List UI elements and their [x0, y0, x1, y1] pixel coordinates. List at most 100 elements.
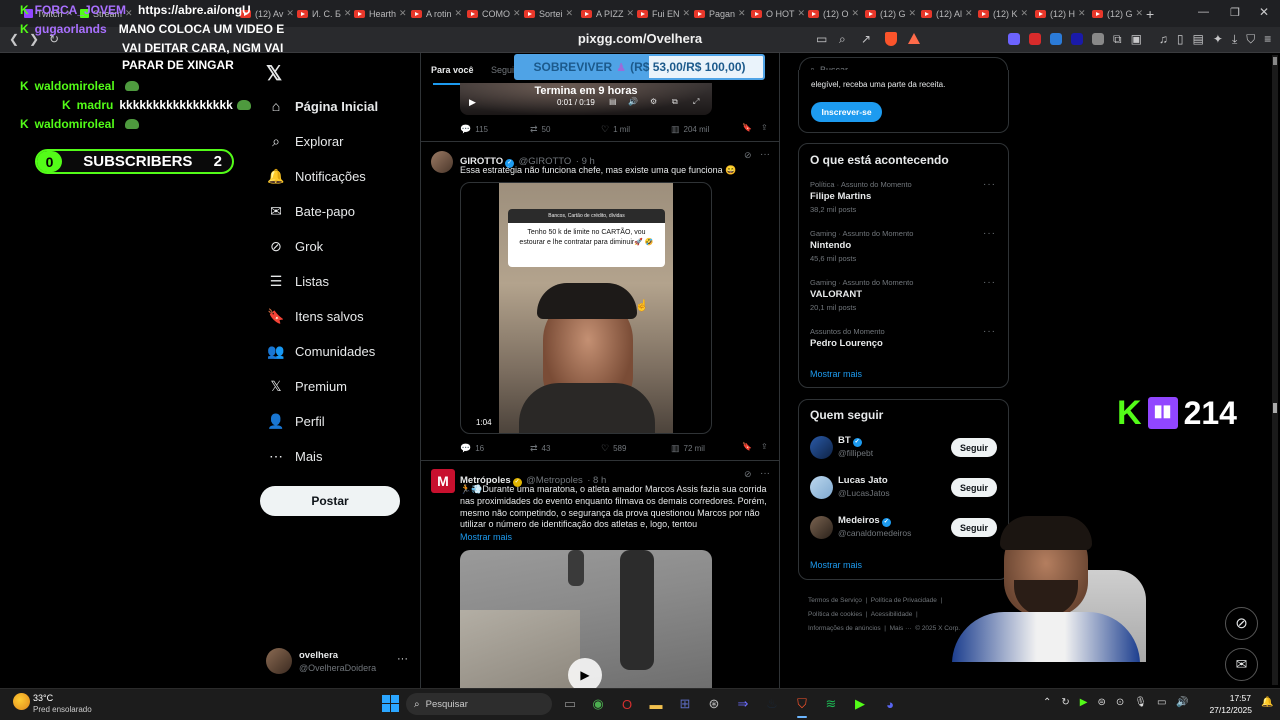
sidebar-item-bate-papo[interactable]: ✉ Bate-papo	[267, 200, 355, 222]
download-icon[interactable]: ⤓	[1232, 33, 1237, 45]
music-icon[interactable]: ♫	[1159, 33, 1168, 45]
account-name[interactable]: ovelhera	[299, 650, 338, 661]
tab-close-icon[interactable]: ✕	[683, 8, 691, 19]
grok-float-button[interactable]: ⊘	[1225, 607, 1258, 640]
extension-icon[interactable]	[1071, 33, 1083, 45]
like-count[interactable]: ♡ 1 mil	[601, 124, 630, 135]
sidebar-item-mais[interactable]: ⋯ Mais	[267, 445, 322, 467]
browser-tab[interactable]: Hearth ✕	[354, 4, 408, 23]
microphone-icon[interactable]: 🎙	[1134, 697, 1147, 708]
trend-name[interactable]: Nintendo	[810, 240, 851, 251]
follow-name-row[interactable]: Lucas Jato	[838, 475, 888, 486]
footer-terms[interactable]: Termos de Serviço	[808, 597, 862, 604]
browser-tab[interactable]: O HOT ✕	[751, 4, 805, 23]
repost-count[interactable]: ⇄ 50	[530, 124, 550, 135]
tab-close-icon[interactable]: ✕	[566, 8, 574, 19]
tab-close-icon[interactable]: ✕	[1021, 8, 1029, 19]
sidebar-icon[interactable]: ▯	[1177, 33, 1184, 45]
browser-tab[interactable]: COMO ✕	[467, 4, 521, 23]
follow-button[interactable]: Seguir	[951, 438, 997, 457]
account-avatar[interactable]	[266, 648, 292, 674]
footer-privacy[interactable]: Política de Privacidade	[871, 597, 937, 604]
show-more-link[interactable]: Mostrar mais	[460, 532, 512, 542]
tray-app-icon[interactable]: ⊙	[1116, 697, 1124, 708]
settings-icon[interactable]: ⚙	[650, 97, 657, 106]
clock-date[interactable]: 27/12/2025	[1206, 705, 1252, 715]
view-count[interactable]: ▥ 204 mil	[671, 124, 709, 135]
wallet-icon[interactable]: ▣	[1131, 33, 1142, 45]
share-icon[interactable]: ⇪	[761, 123, 768, 132]
play-icon[interactable]: ▶	[469, 97, 476, 108]
wallet2-icon[interactable]: ▤	[1193, 33, 1204, 45]
puzzle-icon[interactable]: ⧉	[1113, 33, 1122, 45]
start-button[interactable]	[382, 695, 399, 712]
trends-show-more[interactable]: Mostrar mais	[810, 369, 862, 379]
browser-tab[interactable]: (12) H ✕	[1035, 4, 1089, 23]
sidebar-item-grok[interactable]: ⊘ Grok	[267, 235, 323, 257]
tab-close-icon[interactable]: ✕	[798, 8, 806, 19]
footer-more[interactable]: Mais ···	[890, 625, 912, 632]
bookmark-icon[interactable]: 🔖	[742, 442, 752, 451]
browser-tab[interactable]: (12) O ✕	[808, 4, 862, 23]
browser-tab[interactable]: Sortei ✕	[524, 4, 578, 23]
subscribe-button[interactable]: Inscrever-se	[811, 102, 882, 122]
trend-more-icon[interactable]: ···	[983, 277, 996, 288]
sidebar-item-notifica-es[interactable]: 🔔 Notificações	[267, 165, 366, 187]
share-icon[interactable]: ⇪	[761, 442, 768, 451]
extension-icon[interactable]	[1092, 33, 1104, 45]
tab-close-icon[interactable]: ✕	[627, 8, 635, 19]
who-show-more[interactable]: Mostrar mais	[810, 560, 862, 570]
tweet-more-icon[interactable]: ···	[760, 149, 770, 160]
browser-tab[interactable]: A rotin ✕	[411, 4, 465, 23]
sidebar-item-listas[interactable]: ☰ Listas	[267, 270, 329, 292]
tweet-video[interactable]: Bancos, Cartão de crédito, dívidas Tenho…	[460, 182, 712, 434]
extension-icon[interactable]	[1008, 33, 1020, 45]
footer-accessibility[interactable]: Acessibilidade	[871, 611, 913, 618]
kick-app-icon[interactable]: ▶	[851, 695, 869, 713]
opera-icon[interactable]: O	[618, 695, 636, 713]
follow-name-row[interactable]: Medeiros ✓	[838, 515, 891, 527]
sidebar-item-comunidades[interactable]: 👥 Comunidades	[267, 340, 375, 362]
trend-more-icon[interactable]: ···	[983, 179, 996, 190]
tab-close-icon[interactable]: ✕	[965, 8, 973, 19]
tab-close-icon[interactable]: ✕	[1136, 8, 1144, 19]
repost-count[interactable]: ⇄ 43	[530, 443, 550, 454]
video-player[interactable]: Termina em 9 horas ▶ 0:01 / 0:19 ▤ 🔊 ⚙ ⧉…	[460, 83, 712, 115]
grok-icon[interactable]: ⊘	[744, 469, 752, 480]
close-window-icon[interactable]: ✕	[1259, 5, 1269, 19]
menu-icon[interactable]: ≡	[1264, 33, 1271, 45]
browser-tab[interactable]: (12) Al ✕	[921, 4, 975, 23]
maximize-icon[interactable]: ❐	[1230, 6, 1240, 19]
tray-app-icon[interactable]: ⊜	[1097, 697, 1105, 708]
scrollbar[interactable]	[1272, 55, 1278, 685]
x-logo-icon[interactable]: 𝕏	[266, 61, 282, 86]
browser-tab[interactable]: Pagan ✕	[694, 4, 748, 23]
tab-close-icon[interactable]: ✕	[1078, 8, 1086, 19]
follow-avatar[interactable]	[810, 516, 833, 539]
follow-avatar[interactable]	[810, 436, 833, 459]
minimize-icon[interactable]: —	[1198, 6, 1209, 18]
vpn-icon[interactable]: ⛉	[1246, 33, 1255, 45]
tab-close-icon[interactable]: ✕	[909, 8, 917, 19]
browser-tab[interactable]: И. С. Б ✕	[297, 4, 351, 23]
follow-button[interactable]: Seguir	[951, 478, 997, 497]
clock-time[interactable]: 17:57	[1220, 693, 1251, 703]
captions-icon[interactable]: ▤	[609, 97, 617, 106]
zoom-icon[interactable]: ⌕	[839, 31, 846, 47]
tab-close-icon[interactable]: ✕	[455, 8, 463, 19]
scrollbar-up[interactable]	[1273, 57, 1277, 65]
fullscreen-icon[interactable]: ⤢	[693, 97, 699, 107]
tab-for-you[interactable]: Para você	[431, 65, 474, 75]
tweet-avatar[interactable]	[431, 151, 453, 173]
app-icon[interactable]: ⇒	[734, 695, 752, 713]
tray-chevron-icon[interactable]: ⌃	[1043, 697, 1051, 708]
tab-close-icon[interactable]: ✕	[399, 8, 407, 19]
sidebar-item-perfil[interactable]: 👤 Perfil	[267, 410, 324, 432]
bookmark-icon[interactable]: 🔖	[742, 123, 752, 132]
notification-bell-icon[interactable]: 🔔	[1261, 697, 1273, 708]
sidebar-item-premium[interactable]: 𝕏 Premium	[267, 375, 347, 397]
tab-close-icon[interactable]: ✕	[513, 8, 521, 19]
play-icon[interactable]: ▶	[568, 658, 602, 688]
tweet-more-icon[interactable]: ···	[760, 468, 770, 479]
volume-icon[interactable]: 🔊	[628, 97, 638, 106]
